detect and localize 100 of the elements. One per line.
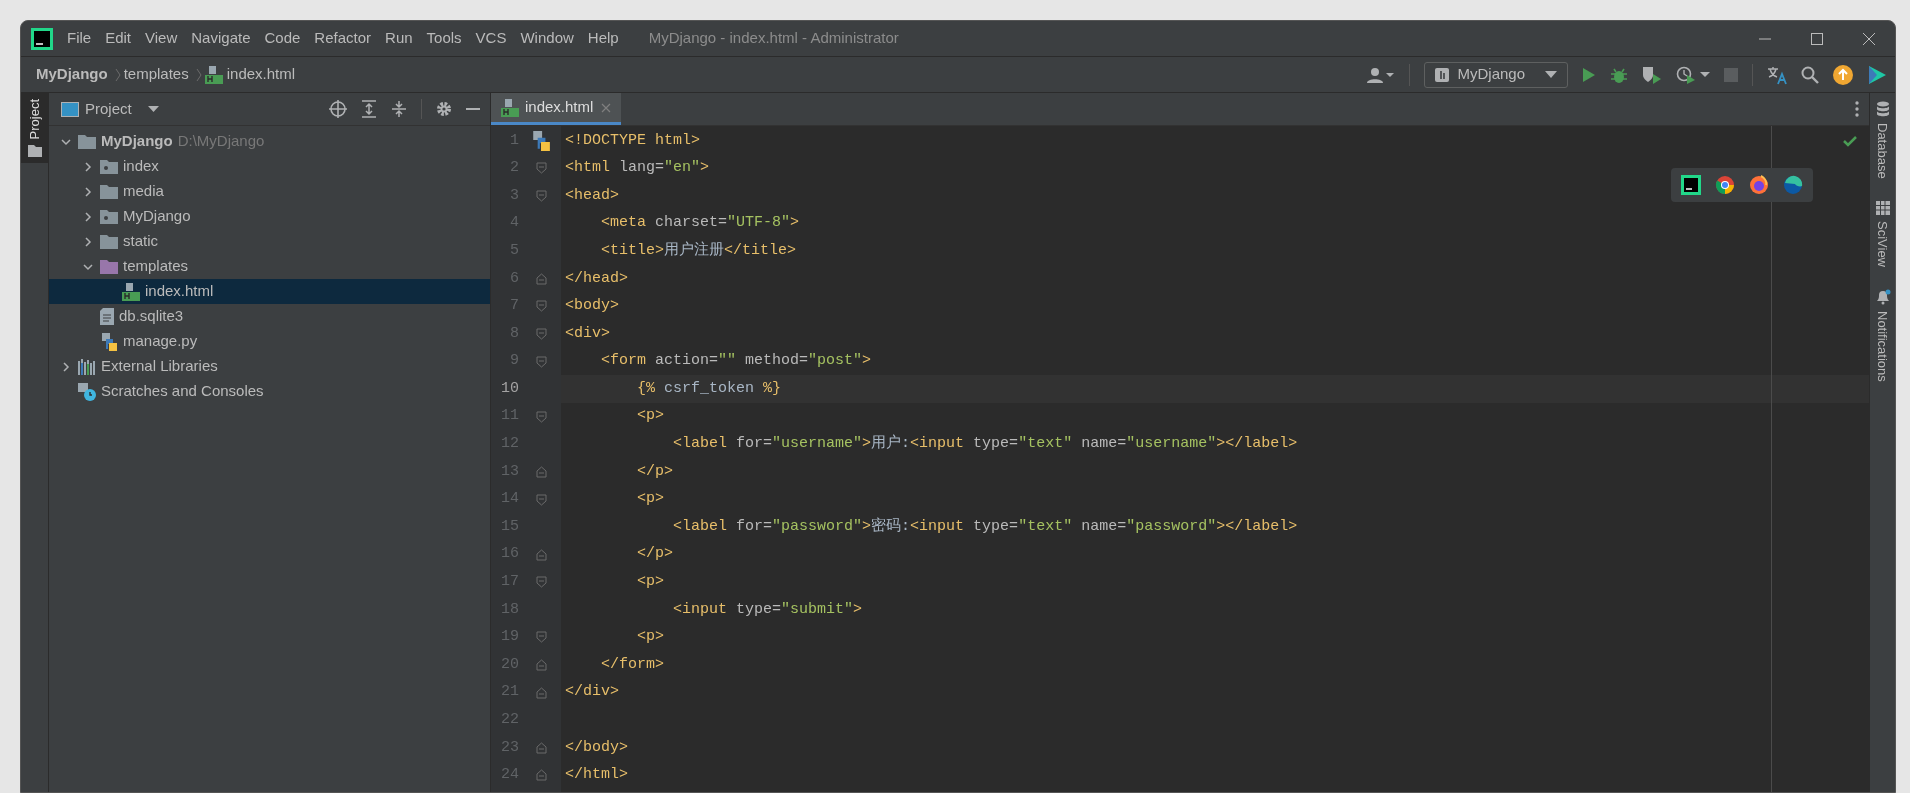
breadcrumb-item[interactable]: MyDjango — [36, 63, 108, 86]
tree-item[interactable]: static — [49, 229, 490, 254]
fold-icon — [535, 493, 547, 506]
tree-item-label: MyDjango — [123, 206, 191, 227]
code-line: <html lang="en"> — [565, 158, 710, 179]
fold-icon — [535, 659, 547, 672]
tree-item[interactable]: db.sqlite3 — [49, 304, 490, 329]
line-number: 10 — [500, 378, 519, 399]
code-line: </p> — [636, 544, 674, 565]
python-file-icon — [531, 130, 551, 151]
code-line: <body> — [565, 296, 619, 317]
fold-icon — [535, 327, 547, 340]
code-line: </head> — [565, 268, 628, 289]
menu-item[interactable]: File — [67, 27, 92, 50]
tree-item-label: External Libraries — [101, 356, 218, 377]
code-line: </form> — [600, 654, 665, 675]
tree-item-label: manage.py — [123, 331, 198, 352]
folder-icon — [100, 209, 118, 224]
code-line: <!DOCTYPE html> — [565, 130, 701, 151]
close-icon[interactable] — [601, 102, 612, 113]
tree-item[interactable]: media — [49, 179, 490, 204]
tree-item[interactable]: index — [49, 154, 490, 179]
maximize-icon — [1811, 32, 1823, 45]
code-line: <div> — [565, 323, 610, 344]
tree-item-label: templates — [123, 256, 189, 277]
file-icon — [100, 308, 114, 325]
fold-icon — [535, 465, 547, 478]
pycharm-icon — [1681, 175, 1701, 195]
translate-icon — [1767, 64, 1787, 85]
tree-item[interactable]: templates — [49, 254, 490, 279]
fold-icon — [535, 190, 547, 202]
collapse-all-icon — [391, 100, 407, 118]
code-line: <p> — [636, 489, 665, 510]
tree-item-label: db.sqlite3 — [119, 306, 184, 327]
database-icon — [1875, 101, 1890, 117]
caret-icon — [1545, 70, 1557, 79]
minimize-icon — [466, 107, 480, 111]
html-file-icon — [122, 282, 140, 301]
fold-icon — [535, 686, 547, 699]
breadcrumb-item[interactable]: templates — [123, 63, 189, 86]
chevron-right-icon — [194, 66, 203, 83]
code-line: <label for="username">用户:<input type="text" name="username"></label> — [672, 433, 1298, 455]
scratches-icon — [78, 382, 96, 401]
code-line: <p> — [636, 627, 665, 648]
fold-icon — [535, 548, 547, 561]
fold-icon — [535, 355, 547, 368]
tree-item[interactable]: manage.py — [49, 329, 490, 354]
check-icon — [1843, 136, 1857, 147]
menu-item[interactable]: View — [145, 27, 178, 50]
tool-window-label[interactable]: SciView — [1872, 220, 1893, 267]
menu-item[interactable]: VCS — [475, 27, 507, 50]
code-line: </div> — [565, 682, 619, 703]
fold-icon — [535, 631, 547, 644]
tree-item-label: Scratches and Consoles — [101, 381, 264, 402]
run-configuration-dropdown[interactable]: MyDjango — [1424, 61, 1568, 88]
tree-item[interactable]: Scratches and Consoles — [49, 379, 490, 404]
tree-item[interactable]: External Libraries — [49, 354, 490, 379]
code-line: <input type="submit"> — [672, 599, 863, 620]
tool-window-label[interactable]: Database — [1872, 123, 1893, 179]
html-file-icon — [204, 65, 223, 84]
menu-item[interactable]: Window — [520, 27, 574, 50]
menu-item[interactable]: Tools — [426, 27, 462, 50]
tree-item[interactable]: MyDjango — [49, 204, 490, 229]
editor-tab[interactable]: index.html — [491, 93, 622, 125]
fold-icon — [535, 162, 547, 175]
profile-dropdown-icon — [1676, 65, 1710, 84]
menu-item[interactable]: Navigate — [191, 27, 251, 50]
breadcrumb-item[interactable]: index.html — [226, 63, 296, 86]
menu-item[interactable]: Code — [264, 27, 301, 50]
fold-icon — [535, 576, 547, 589]
fold-icon — [535, 741, 547, 754]
menu-item[interactable]: Run — [385, 27, 413, 50]
code-line: <meta charset="UTF-8"> — [600, 213, 800, 234]
plugin-logo-icon — [1867, 64, 1887, 85]
folder-icon — [78, 134, 96, 149]
tool-window-tab[interactable]: Project — [21, 93, 48, 164]
tree-item-label: index.html — [145, 281, 214, 302]
menu-item[interactable]: Edit — [105, 27, 132, 50]
fold-icon — [535, 272, 547, 285]
menu-item[interactable]: Help — [587, 27, 619, 50]
fold-icon — [535, 410, 547, 423]
update-icon — [1833, 64, 1853, 85]
menu-item[interactable]: Refactor — [314, 27, 372, 50]
tree-item-label: MyDjango — [101, 131, 173, 152]
folder-icon — [27, 145, 42, 158]
tree-item[interactable]: index.html — [49, 279, 490, 304]
code-line: <p> — [636, 572, 665, 593]
tree-item[interactable]: MyDjango D:\MyDjango — [49, 129, 490, 154]
tree-item-label: static — [123, 231, 158, 252]
folder-icon — [100, 159, 118, 174]
fold-icon — [535, 769, 547, 782]
code-line: {% csrf_token %} — [636, 378, 782, 399]
python-file-icon — [100, 332, 118, 351]
code-line: <p> — [636, 406, 665, 427]
tree-item-label: media — [123, 181, 164, 202]
firefox-icon — [1749, 175, 1769, 195]
tree-item-label: index — [123, 156, 159, 177]
bell-icon — [1874, 288, 1891, 305]
view-dropdown[interactable]: Project — [85, 97, 159, 121]
tool-window-label[interactable]: Notifications — [1872, 310, 1893, 382]
